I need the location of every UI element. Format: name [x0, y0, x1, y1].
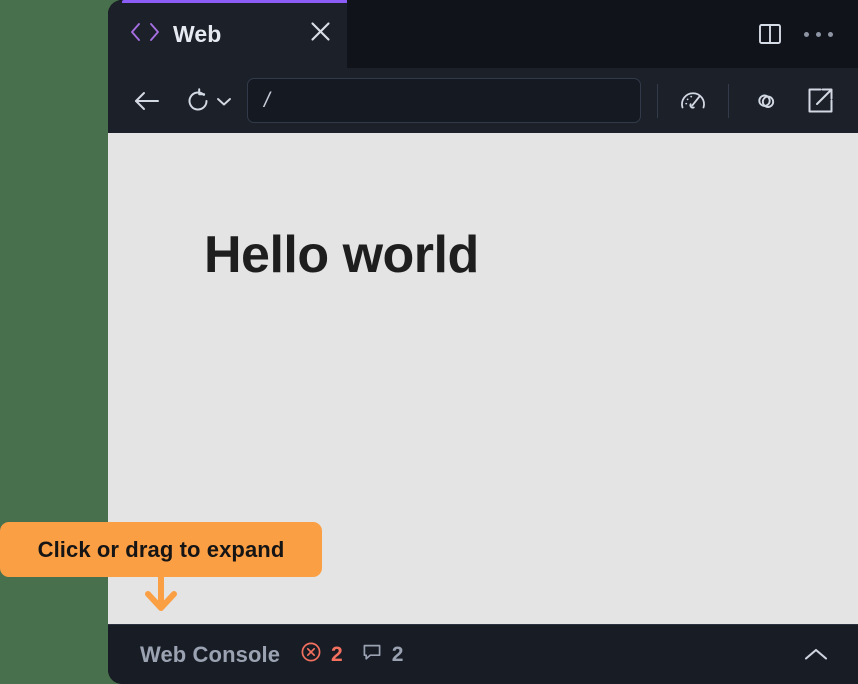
console-message-badge[interactable]: 2	[361, 641, 404, 668]
tab-label: Web	[173, 20, 222, 47]
arrow-down-icon	[143, 569, 179, 619]
url-input[interactable]: /	[247, 78, 641, 123]
link-chain-icon[interactable]	[751, 87, 781, 115]
toolbar-divider-left	[657, 83, 658, 118]
tabstrip-actions	[347, 0, 858, 68]
speech-bubble-icon	[361, 641, 383, 668]
gauge-icon[interactable]	[678, 87, 708, 115]
browser-toolbar: /	[108, 68, 858, 133]
console-error-badge[interactable]: 2	[300, 641, 343, 668]
url-value: /	[264, 88, 270, 112]
console-title: Web Console	[140, 641, 281, 667]
toolbar-divider-right	[728, 83, 729, 118]
callout-text: Click or drag to expand	[37, 536, 285, 562]
split-pane-icon[interactable]	[756, 20, 784, 48]
web-console-bar[interactable]: Web Console 2 2	[108, 624, 858, 684]
error-count: 2	[331, 642, 343, 666]
close-icon[interactable]	[308, 19, 333, 49]
back-arrow-icon[interactable]	[132, 88, 162, 114]
message-count: 2	[391, 642, 404, 666]
open-external-icon[interactable]	[805, 85, 836, 116]
tab-strip: Web	[108, 0, 858, 68]
more-options-icon[interactable]	[804, 31, 833, 37]
error-circle-x-icon	[300, 641, 322, 668]
tab-web[interactable]: Web	[108, 0, 347, 68]
page-title: Hello world	[204, 226, 479, 284]
chevron-down-icon[interactable]	[215, 94, 233, 108]
chevron-up-icon[interactable]	[796, 639, 836, 671]
expand-callout[interactable]: Click or drag to expand	[0, 522, 322, 577]
code-brackets-icon	[130, 20, 160, 49]
reload-icon[interactable]	[184, 87, 212, 115]
browser-window: Web / Hello world Web Console 2 2	[108, 0, 858, 684]
